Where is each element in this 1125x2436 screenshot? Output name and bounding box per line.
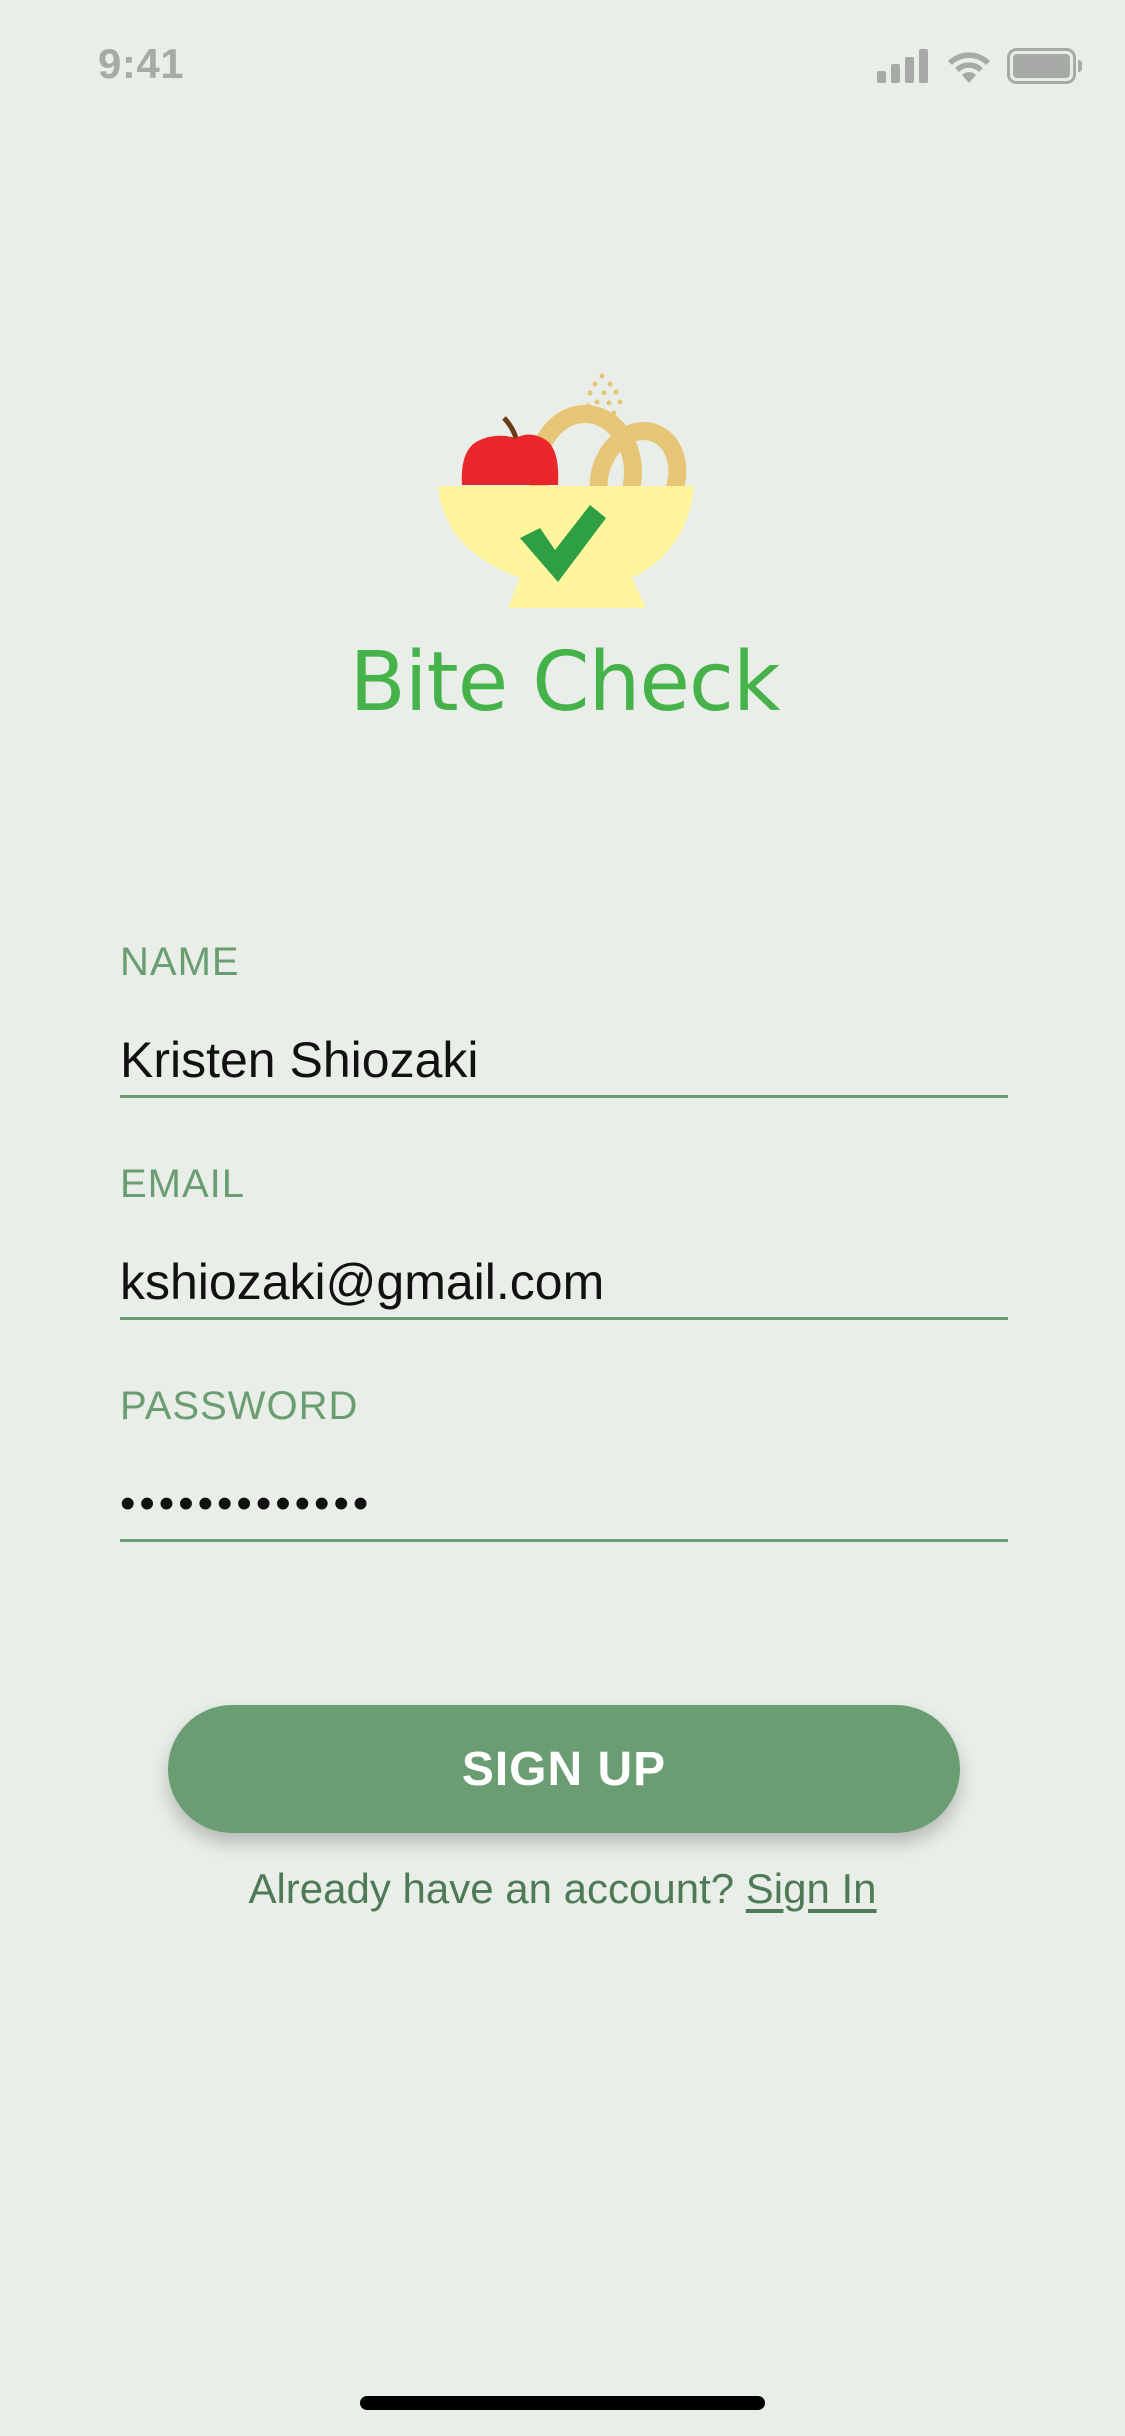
email-label: EMAIL: [120, 1162, 246, 1206]
battery-icon: [1007, 48, 1082, 84]
signup-form: NAME EMAIL PASSWORD: [120, 940, 1008, 1606]
password-field-group: PASSWORD: [120, 1384, 1008, 1606]
signin-link[interactable]: Sign In: [746, 1865, 877, 1912]
signup-button[interactable]: SIGN UP: [168, 1705, 960, 1833]
password-input[interactable]: [120, 1469, 1008, 1542]
status-bar: 9:41: [0, 0, 1125, 132]
name-input[interactable]: [120, 1025, 1008, 1098]
app-logo: Bite Check: [0, 350, 1125, 730]
home-indicator: [360, 2396, 765, 2410]
food-bowl-check-icon: [438, 373, 694, 608]
signin-row: Already have an account? Sign In: [0, 1865, 1125, 1913]
status-time: 9:41: [98, 40, 185, 87]
cellular-signal-icon: [877, 49, 928, 83]
status-icons: [877, 44, 1083, 88]
email-input[interactable]: [120, 1247, 1008, 1320]
name-label: NAME: [120, 940, 240, 984]
name-field-group: NAME: [120, 940, 1008, 1162]
email-field-group: EMAIL: [120, 1162, 1008, 1384]
app-name: Bite Check: [349, 635, 781, 730]
password-label: PASSWORD: [120, 1384, 359, 1428]
wifi-icon: [948, 52, 990, 83]
signin-prompt: Already have an account?: [248, 1865, 735, 1912]
